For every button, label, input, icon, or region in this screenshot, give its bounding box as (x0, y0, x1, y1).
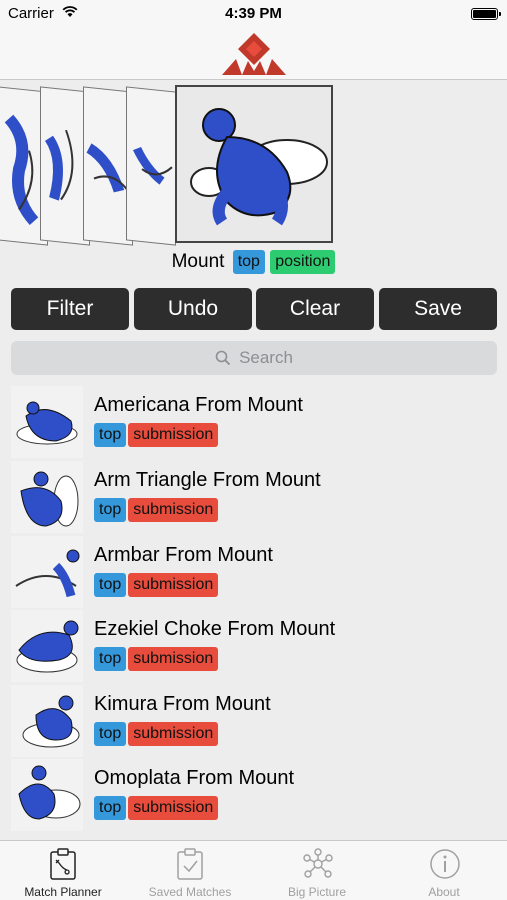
position-title: Mount (171, 251, 225, 272)
clipboard-check-icon (177, 848, 203, 880)
list-item[interactable]: Ezekiel Choke From Mount top submission (0, 609, 507, 683)
tag-submission: submission (128, 796, 219, 820)
list-item[interactable]: Omoplata From Mount top submission (0, 758, 507, 832)
tag-submission: submission (128, 573, 219, 597)
search-input[interactable]: Search (11, 341, 497, 375)
technique-thumbnail (11, 685, 83, 757)
technique-name: Americana From Mount (94, 394, 303, 416)
tag-top: top (94, 647, 127, 671)
technique-name: Omoplata From Mount (94, 767, 295, 789)
tag-submission: submission (128, 423, 219, 447)
action-buttons: Filter Undo Clear Save (11, 288, 497, 330)
clear-button[interactable]: Clear (256, 288, 374, 330)
clock: 4:39 PM (225, 5, 282, 22)
tab-big-picture[interactable]: Big Picture (254, 841, 380, 900)
list-item[interactable]: Armbar From Mount top submission (0, 535, 507, 609)
technique-name: Kimura From Mount (94, 693, 271, 715)
tag-top: top (94, 722, 127, 746)
tag-top: top (94, 423, 127, 447)
list-item[interactable]: Americana From Mount top submission (0, 385, 507, 459)
list-item[interactable]: Kimura From Mount top submission (0, 684, 507, 758)
tag-submission: submission (128, 498, 219, 522)
network-graph-icon (303, 848, 333, 878)
technique-thumbnail (11, 610, 83, 682)
tab-about[interactable]: About (381, 841, 507, 900)
search-placeholder: Search (239, 348, 293, 367)
tab-bar: Match Planner Saved Matches Big Picture … (0, 840, 507, 900)
technique-name: Ezekiel Choke From Mount (94, 618, 336, 640)
tag-top: top (94, 573, 127, 597)
technique-list[interactable]: Americana From Mount top submission Arm T… (0, 385, 507, 840)
technique-thumbnail (11, 759, 83, 831)
info-icon (430, 849, 460, 879)
undo-button[interactable]: Undo (134, 288, 252, 330)
tag-top: top (94, 796, 127, 820)
app-logo (222, 33, 286, 75)
nav-bar (0, 28, 507, 80)
save-button[interactable]: Save (379, 288, 497, 330)
technique-thumbnail (11, 461, 83, 533)
tab-match-planner[interactable]: Match Planner (0, 841, 126, 900)
status-bar: Carrier 4:39 PM (0, 0, 507, 28)
tag-submission: submission (128, 647, 219, 671)
technique-name: Armbar From Mount (94, 544, 273, 566)
carousel-card-selected[interactable] (175, 85, 333, 243)
current-position: Mount top position (0, 250, 507, 280)
tab-label: Saved Matches (148, 885, 232, 899)
search-icon (215, 350, 231, 366)
mount-position-figure (190, 108, 328, 226)
tab-label: Match Planner (24, 885, 102, 899)
tag-top: top (232, 250, 265, 274)
filter-button[interactable]: Filter (11, 288, 129, 330)
list-item[interactable]: Arm Triangle From Mount top submission (0, 460, 507, 534)
tab-label: About (428, 885, 460, 899)
tag-submission: submission (128, 722, 219, 746)
carousel-card[interactable] (126, 86, 176, 246)
battery-icon (471, 8, 501, 20)
tab-label: Big Picture (287, 885, 347, 899)
technique-thumbnail (11, 386, 83, 458)
technique-thumbnail (11, 536, 83, 608)
technique-name: Arm Triangle From Mount (94, 469, 321, 491)
tab-saved-matches[interactable]: Saved Matches (127, 841, 253, 900)
tag-position: position (270, 250, 336, 274)
clipboard-plan-icon (50, 848, 76, 880)
tag-top: top (94, 498, 127, 522)
position-carousel[interactable] (0, 81, 507, 251)
